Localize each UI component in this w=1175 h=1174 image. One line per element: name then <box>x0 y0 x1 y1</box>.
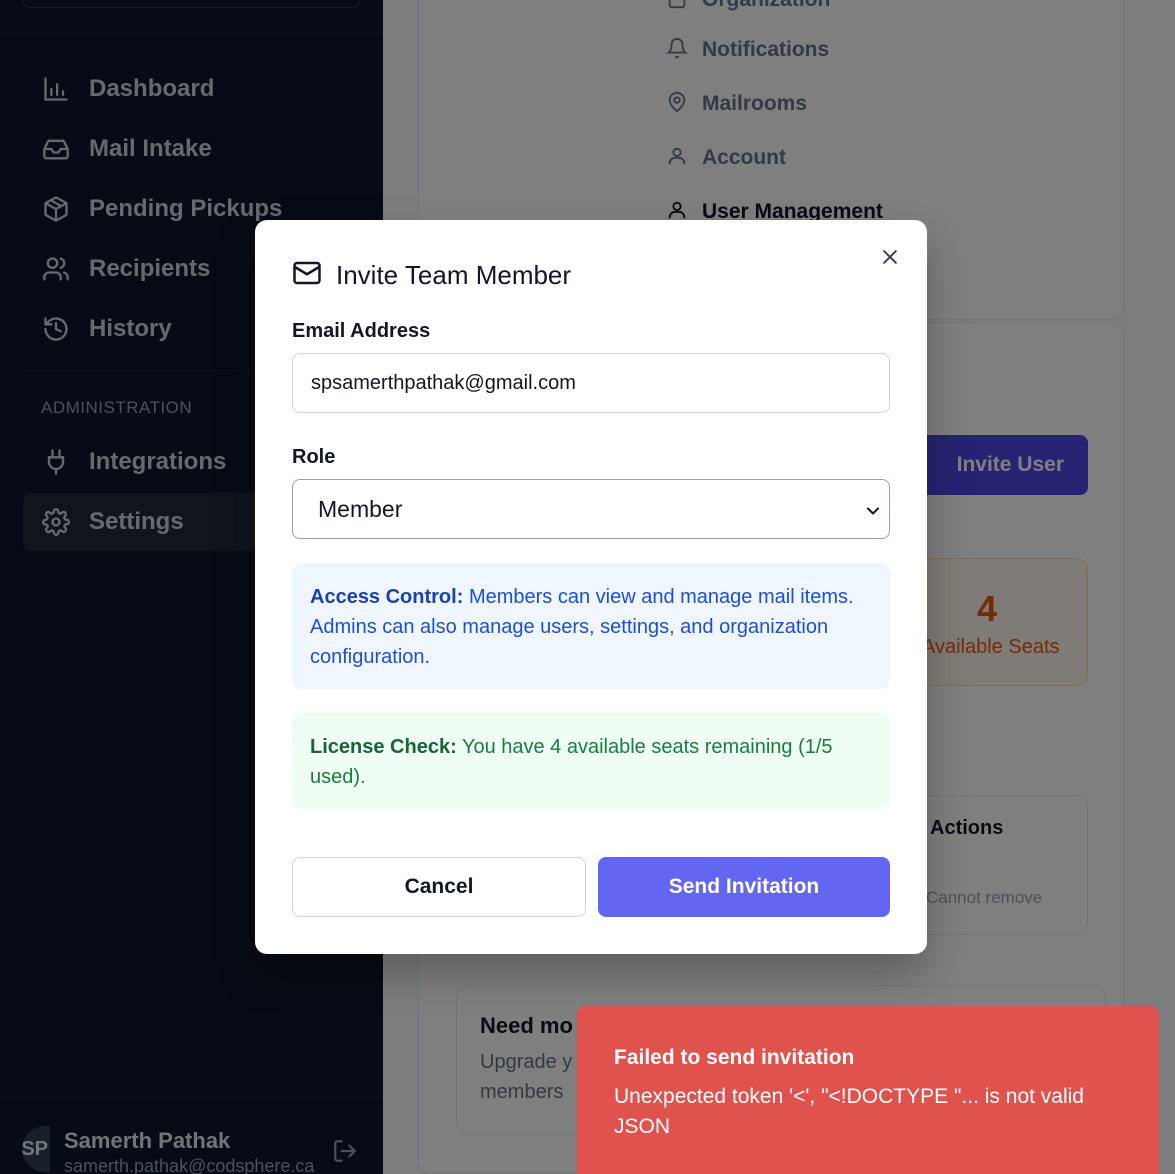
toast-title: Failed to send invitation <box>614 1046 855 1069</box>
access-control-title: Access Control: <box>310 586 464 608</box>
role-label: Role <box>292 446 336 468</box>
email-field[interactable] <box>292 353 890 413</box>
role-value: Member <box>318 495 403 522</box>
close-icon[interactable] <box>875 242 905 272</box>
invite-team-member-dialog: Invite Team Member Email Address Role Me… <box>255 220 927 954</box>
toast-message: Unexpected token '<', "<!DOCTYPE "... is… <box>614 1085 1084 1138</box>
role-select[interactable]: Member <box>292 479 890 539</box>
error-toast[interactable]: Failed to send invitation Unexpected tok… <box>577 1006 1159 1174</box>
send-invitation-button[interactable]: Send Invitation <box>598 857 890 917</box>
license-check-title: License Check: <box>310 736 457 758</box>
license-check-info: License Check: You have 4 available seat… <box>292 713 890 809</box>
mail-icon <box>292 258 322 293</box>
access-control-info: Access Control: Members can view and man… <box>292 563 890 689</box>
cancel-button[interactable]: Cancel <box>292 857 586 917</box>
dialog-title: Invite Team Member <box>336 260 572 290</box>
email-label: Email Address <box>292 320 431 342</box>
dialog-header: Invite Team Member <box>292 258 571 293</box>
chevron-down-icon <box>863 500 883 520</box>
